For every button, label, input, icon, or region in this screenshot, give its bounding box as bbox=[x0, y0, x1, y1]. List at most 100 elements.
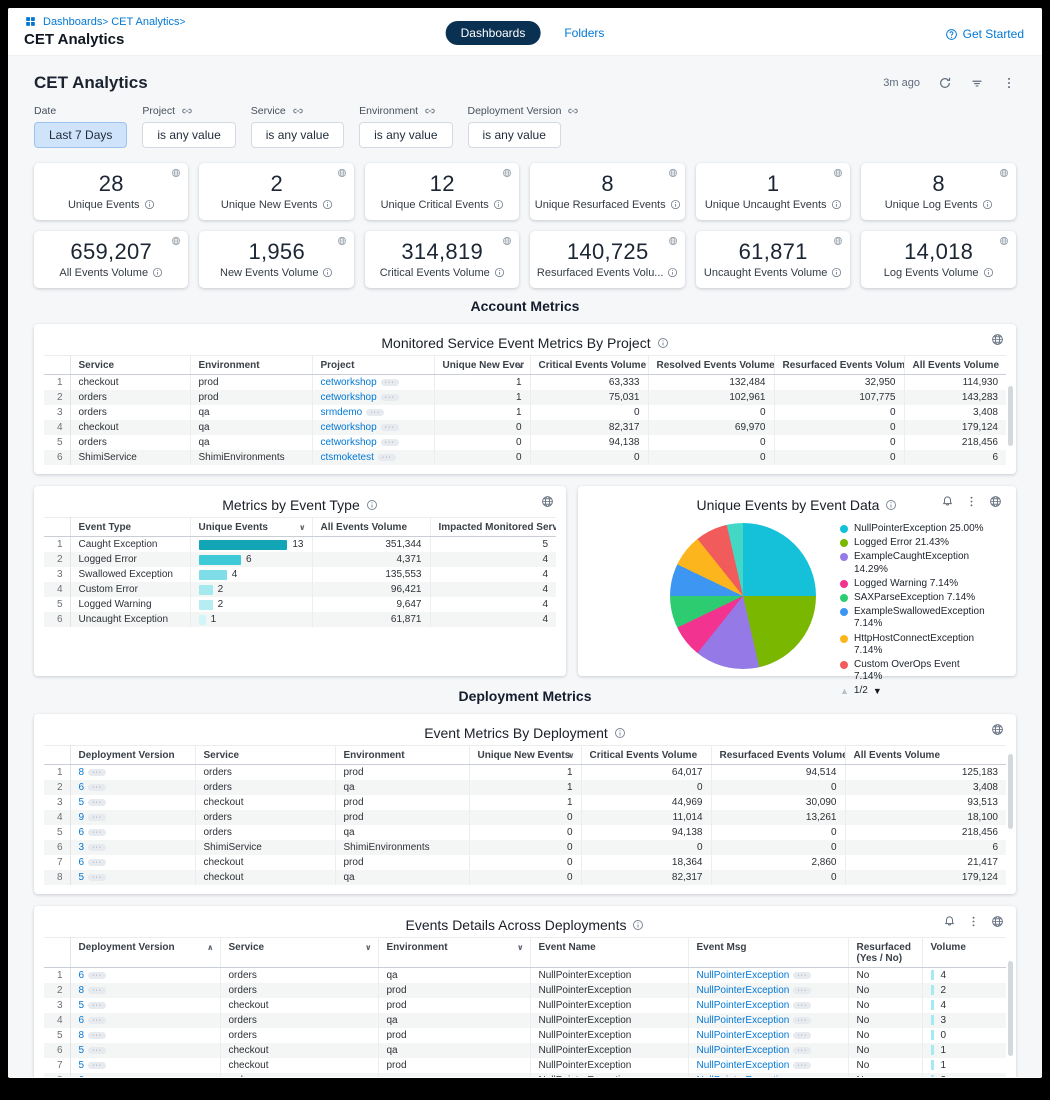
col-header-event-type[interactable]: Event Type bbox=[70, 518, 190, 537]
globe-icon[interactable] bbox=[502, 236, 512, 246]
more-chip[interactable]: ··· bbox=[793, 1047, 811, 1054]
col-header-event-name[interactable]: Event Name bbox=[530, 938, 688, 968]
tab-dashboards[interactable]: Dashboards bbox=[446, 21, 541, 45]
col-header-service[interactable]: Service bbox=[70, 356, 190, 375]
globe-icon[interactable] bbox=[171, 168, 181, 178]
link-nullpointerexception[interactable]: NullPointerException bbox=[697, 985, 790, 996]
more-chip[interactable]: ··· bbox=[88, 1047, 106, 1054]
info-icon[interactable] bbox=[831, 199, 842, 210]
link-6[interactable]: 6 bbox=[79, 857, 85, 868]
more-chip[interactable]: ··· bbox=[793, 987, 811, 994]
more-chip[interactable]: ··· bbox=[381, 439, 399, 446]
link-cetworkshop[interactable]: cetworkshop bbox=[321, 392, 377, 403]
col-header-project[interactable]: Project bbox=[312, 356, 434, 375]
col-header-resurfaced-events-volume[interactable]: Resurfaced Events Volume bbox=[774, 356, 904, 375]
more-chip[interactable]: ··· bbox=[88, 1002, 106, 1009]
link-srmdemo[interactable]: srmdemo bbox=[321, 407, 363, 418]
more-chip[interactable]: ··· bbox=[88, 814, 106, 821]
info-icon[interactable] bbox=[632, 919, 644, 931]
filter-value-project[interactable]: is any value bbox=[142, 122, 235, 148]
link-5[interactable]: 5 bbox=[79, 1000, 85, 1011]
col-header-service[interactable]: Service∨ bbox=[220, 938, 378, 968]
more-chip[interactable]: ··· bbox=[88, 844, 106, 851]
more-chip[interactable]: ··· bbox=[378, 454, 396, 461]
link-5[interactable]: 5 bbox=[79, 872, 85, 883]
globe-icon[interactable] bbox=[668, 236, 678, 246]
more-chip[interactable]: ··· bbox=[88, 1032, 106, 1039]
link-nullpointerexception[interactable]: NullPointerException bbox=[697, 1030, 790, 1041]
refresh-icon[interactable] bbox=[938, 76, 952, 90]
info-icon[interactable] bbox=[494, 267, 505, 278]
globe-icon[interactable] bbox=[989, 495, 1002, 508]
col-header-environment[interactable]: Environment bbox=[190, 356, 312, 375]
more-chip[interactable]: ··· bbox=[88, 1017, 106, 1024]
more-chip[interactable]: ··· bbox=[381, 424, 399, 431]
more-chip[interactable]: ··· bbox=[88, 972, 106, 979]
globe-icon[interactable] bbox=[171, 236, 181, 246]
col-header-unique-new-ever[interactable]: Unique New Ever∨ bbox=[434, 356, 530, 375]
info-icon[interactable] bbox=[144, 199, 155, 210]
link-3[interactable]: 3 bbox=[79, 842, 85, 853]
col-header-all-events-volume[interactable]: All Events Volume bbox=[845, 746, 1006, 765]
col-header-deployment-version[interactable]: Deployment Version bbox=[70, 746, 195, 765]
filter-icon[interactable] bbox=[970, 76, 984, 90]
link-nullpointerexception[interactable]: NullPointerException bbox=[697, 1015, 790, 1026]
more-chip[interactable]: ··· bbox=[381, 379, 399, 386]
link-nullpointerexception[interactable]: NullPointerException bbox=[697, 1000, 790, 1011]
more-chip[interactable]: ··· bbox=[793, 1062, 811, 1069]
more-chip[interactable]: ··· bbox=[366, 409, 384, 416]
col-header-environment[interactable]: Environment∨ bbox=[378, 938, 530, 968]
link-6[interactable]: 6 bbox=[79, 1075, 85, 1077]
filter-value-deployment-version[interactable]: is any value bbox=[468, 122, 561, 148]
link-cetworkshop[interactable]: cetworkshop bbox=[321, 437, 377, 448]
globe-icon[interactable] bbox=[833, 168, 843, 178]
globe-icon[interactable] bbox=[991, 915, 1004, 928]
more-chip[interactable]: ··· bbox=[88, 799, 106, 806]
col-header-unique-new-events[interactable]: Unique New Events∨ bbox=[469, 746, 581, 765]
info-icon[interactable] bbox=[667, 267, 678, 278]
more-chip[interactable]: ··· bbox=[88, 829, 106, 836]
link-cetworkshop[interactable]: cetworkshop bbox=[321, 422, 377, 433]
info-icon[interactable] bbox=[322, 267, 333, 278]
info-icon[interactable] bbox=[983, 267, 994, 278]
link-8[interactable]: 8 bbox=[79, 985, 85, 996]
link-8[interactable]: 8 bbox=[79, 767, 85, 778]
link-nullpointerexception[interactable]: NullPointerException bbox=[697, 1045, 790, 1056]
get-started-link[interactable]: Get Started bbox=[945, 27, 1024, 41]
link-nullpointerexception[interactable]: NullPointerException bbox=[697, 970, 790, 981]
info-icon[interactable] bbox=[982, 199, 993, 210]
more-chip[interactable]: ··· bbox=[88, 769, 106, 776]
globe-icon[interactable] bbox=[541, 495, 554, 508]
more-chip[interactable]: ··· bbox=[88, 1062, 106, 1069]
more-chip[interactable]: ··· bbox=[88, 987, 106, 994]
link-nullpointerexception[interactable]: NullPointerException bbox=[697, 1060, 790, 1071]
more-options-icon[interactable] bbox=[1002, 76, 1016, 90]
link-ctsmoketest[interactable]: ctsmoketest bbox=[321, 452, 374, 463]
info-icon[interactable] bbox=[657, 337, 669, 349]
legend-next-icon[interactable]: ▼ bbox=[873, 686, 882, 696]
legend-prev-icon[interactable]: ▲ bbox=[840, 686, 849, 696]
scrollbar[interactable] bbox=[1008, 754, 1013, 829]
col-header-resurfaced-events-volume[interactable]: Resurfaced Events Volume bbox=[711, 746, 845, 765]
link-8[interactable]: 8 bbox=[79, 1030, 85, 1041]
col-header-critical-events-volume[interactable]: Critical Events Volume bbox=[581, 746, 711, 765]
filter-value-date[interactable]: Last 7 Days bbox=[34, 122, 127, 148]
col-header-deployment-version[interactable]: Deployment Version∧ bbox=[70, 938, 220, 968]
link-5[interactable]: 5 bbox=[79, 1045, 85, 1056]
filter-value-environment[interactable]: is any value bbox=[359, 122, 452, 148]
col-header-impacted-monitored-services[interactable]: Impacted Monitored Services bbox=[430, 518, 556, 537]
more-options-icon[interactable] bbox=[965, 495, 978, 508]
scrollbar[interactable] bbox=[1008, 961, 1013, 1056]
col-header-all-events-volume[interactable]: All Events Volume bbox=[904, 356, 1006, 375]
globe-icon[interactable] bbox=[833, 236, 843, 246]
globe-icon[interactable] bbox=[337, 236, 347, 246]
link-6[interactable]: 6 bbox=[79, 782, 85, 793]
col-header-unique-events[interactable]: Unique Events∨ bbox=[190, 518, 312, 537]
link-6[interactable]: 6 bbox=[79, 827, 85, 838]
link-5[interactable]: 5 bbox=[79, 797, 85, 808]
filter-value-service[interactable]: is any value bbox=[251, 122, 344, 148]
info-icon[interactable] bbox=[670, 199, 681, 210]
scrollbar[interactable] bbox=[1008, 386, 1013, 446]
link-6[interactable]: 6 bbox=[79, 970, 85, 981]
info-icon[interactable] bbox=[493, 199, 504, 210]
